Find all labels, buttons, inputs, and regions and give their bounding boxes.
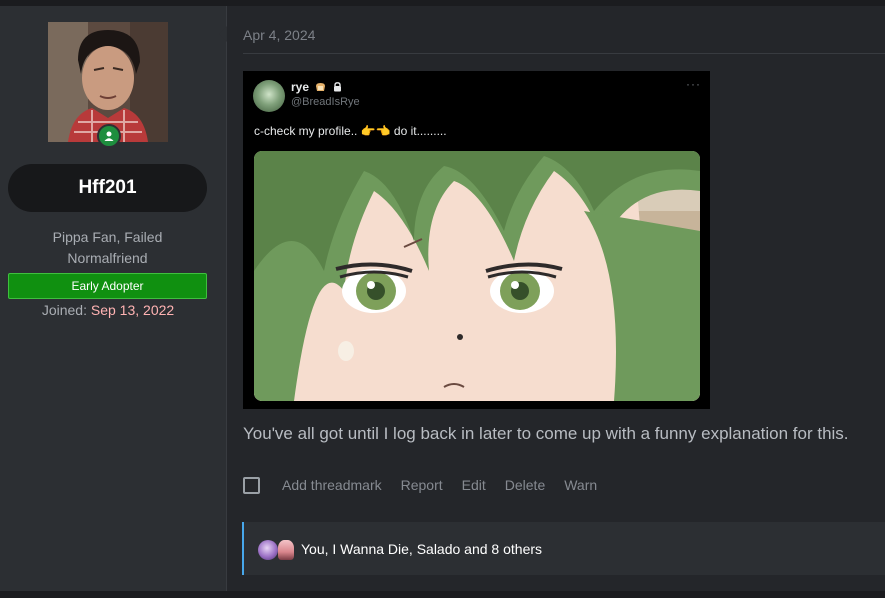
checkbox-icon[interactable] <box>243 476 260 494</box>
post-arrow <box>219 26 227 42</box>
joined-date: Sep 13, 2022 <box>90 302 175 318</box>
reactions-bar[interactable]: You, I Wanna Die, Salado and 8 others <box>242 522 885 575</box>
tweet-text: c-check my profile.. 👉👈 do it......... <box>254 124 447 138</box>
more-options-icon[interactable]: ··· <box>686 77 701 91</box>
reaction-avatar-icon <box>278 539 294 560</box>
username[interactable]: Hff201 <box>8 164 207 212</box>
tweet-author-avatar[interactable] <box>253 80 285 112</box>
reaction-avatar-icon <box>258 539 278 560</box>
report-link[interactable]: Report <box>401 477 443 493</box>
user-info-column: Hff201 Pippa Fan, Failed Normalfriend Ea… <box>0 6 227 591</box>
warn-link[interactable]: Warn <box>564 477 597 493</box>
lock-icon <box>333 81 344 92</box>
post-date[interactable]: Apr 4, 2024 <box>243 27 315 43</box>
post-actions-bar: Add threadmark Report Edit Delete Warn <box>243 476 616 494</box>
delete-link[interactable]: Delete <box>505 477 545 493</box>
reactions-summary[interactable]: You, I Wanna Die, Salado and 8 others <box>301 541 542 557</box>
joined-label: Joined: <box>41 302 87 318</box>
post-body: You've all got until I log back in later… <box>243 424 849 443</box>
tweet-author-name-text: rye <box>291 80 310 94</box>
tweet-author-name[interactable]: rye <box>291 80 344 94</box>
edit-link[interactable]: Edit <box>462 477 486 493</box>
joined-info: Joined: Sep 13, 2022 <box>0 302 216 318</box>
bottom-border <box>0 591 885 598</box>
tweet-author-handle[interactable]: @BreadIsRye <box>291 96 360 108</box>
user-badge: Early Adopter <box>8 273 207 299</box>
post-divider <box>243 53 885 54</box>
reaction-icons <box>258 538 298 560</box>
bread-emoji-icon <box>315 81 326 91</box>
tweet-media-image[interactable] <box>254 151 700 401</box>
online-status-icon <box>97 124 121 148</box>
tweet-embed[interactable]: rye @BreadIsRye ··· c-check my profile..… <box>243 71 710 409</box>
add-threadmark-link[interactable]: Add threadmark <box>282 477 382 493</box>
user-title: Pippa Fan, Failed Normalfriend <box>52 229 163 266</box>
